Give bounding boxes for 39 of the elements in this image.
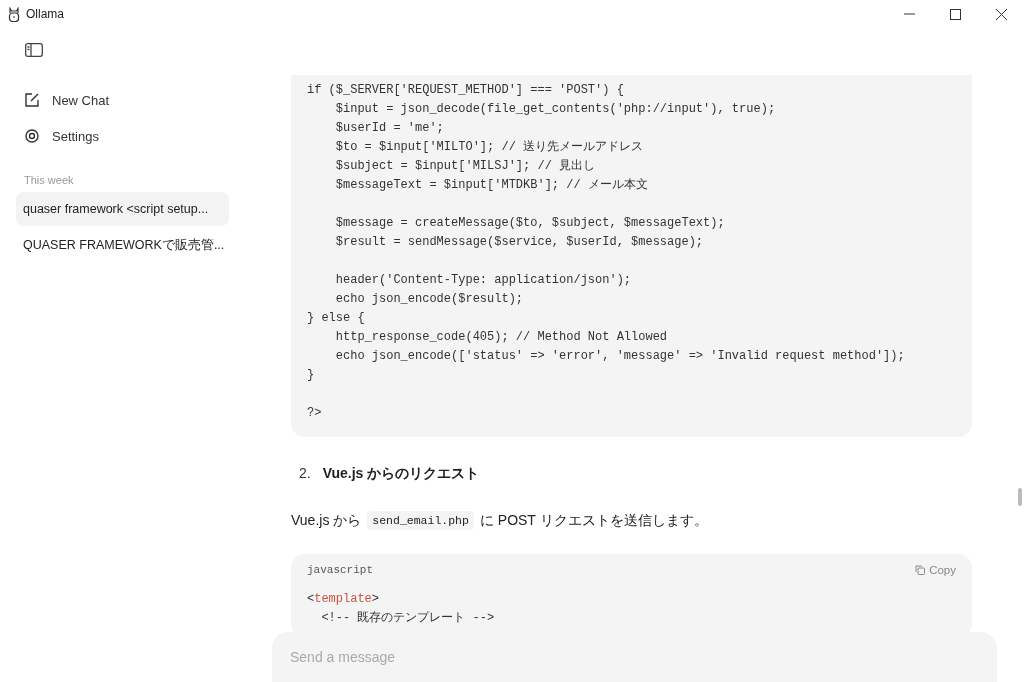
copy-icon [915, 565, 926, 575]
edit-icon [24, 92, 40, 108]
section-heading: Vue.js からのリクエスト [322, 465, 480, 483]
code-line: } else { [307, 310, 366, 327]
code-line: if ($_SERVER['REQUEST_METHOD'] === 'POST') { [307, 82, 625, 99]
code-line: ?> [307, 405, 323, 422]
settings-button[interactable]: Settings [16, 118, 229, 154]
code-line: $messageText = $input['MTDKB']; // メール本文 [334, 177, 649, 194]
chat-item[interactable]: QUASER FRAMEWORKで販売管... [16, 228, 229, 262]
message-field[interactable]: Send a message [272, 632, 997, 682]
sidebar-icon [25, 43, 43, 57]
code-line: $message = createMessage($to, $subject, $messageText); [334, 215, 726, 232]
close-icon [995, 8, 1007, 20]
maximize-icon [949, 8, 961, 20]
minimize-icon [903, 13, 915, 15]
code-line: http_response_code(405); // Method Not Allowed [334, 329, 669, 346]
code-line: echo json_encode($result); [334, 291, 525, 308]
llama-icon [8, 6, 20, 22]
code-line: header('Content-Type: application/json'); [334, 272, 633, 289]
list-number: 2. [299, 465, 311, 483]
code-language: javascript [307, 564, 373, 576]
code-line: <!-- 既存のテンプレート --> [320, 610, 496, 627]
chat-item[interactable]: quaser framework <script setup... [16, 192, 229, 226]
settings-icon [24, 128, 40, 144]
code-line: $userId = 'me'; [334, 120, 445, 137]
window-title: Ollama [26, 7, 64, 21]
code-line: $result = sendMessage($service, $userId, $message); [334, 234, 705, 251]
section-label: This week [24, 174, 75, 186]
new-chat-button[interactable]: New Chat [16, 82, 229, 118]
paragraph-text: に POST リクエストを送信します。 [479, 511, 708, 530]
scrollbar-thumb[interactable] [1018, 488, 1022, 506]
paragraph-text: Vue.js から [291, 511, 362, 530]
code-line: echo json_encode(['status' => 'error', 'message' => 'Invalid request method']); [334, 348, 906, 365]
code-line: $input = json_decode(file_get_contents('php://input'), true); [334, 101, 777, 118]
code-line: $to = $input['MILTO']; // 送り先メールアドレス [334, 139, 645, 156]
code-line: } [307, 367, 316, 384]
code-line: $subject = $input['MILSJ']; // 見出し [334, 158, 597, 175]
inline-code: send_email.php [367, 511, 474, 530]
code-line: <template> [307, 591, 380, 608]
